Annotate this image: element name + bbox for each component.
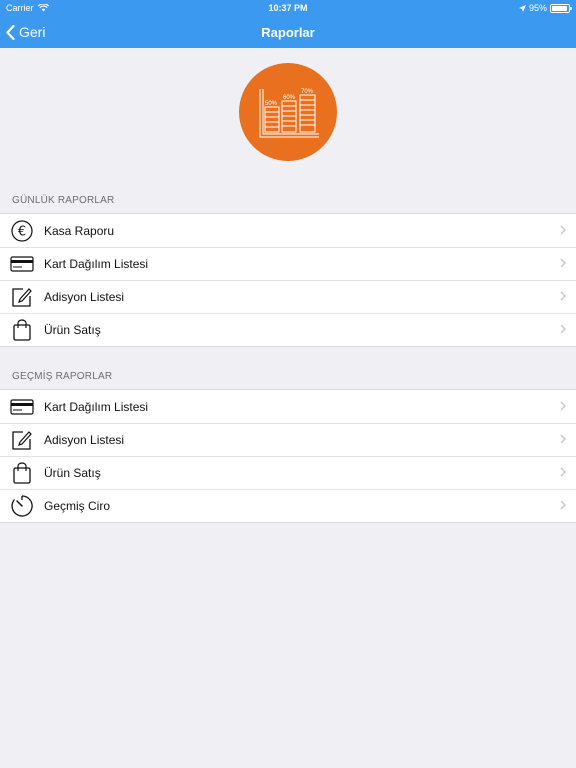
chevron-right-icon bbox=[560, 225, 566, 235]
chevron-right-icon bbox=[560, 401, 566, 411]
navigation-bar: Geri Raporlar bbox=[0, 16, 576, 48]
logo-label-60: 60% bbox=[283, 95, 296, 101]
past-item-kart-dagilim[interactable]: Kart Dağılım Listesi bbox=[0, 390, 576, 423]
status-right: 95% bbox=[518, 3, 572, 13]
logo-label-50: 50% bbox=[265, 101, 278, 107]
row-label: Kart Dağılım Listesi bbox=[44, 399, 149, 414]
location-arrow-icon bbox=[518, 4, 526, 12]
daily-reports-list: € Kasa Raporu Kart Dağılım Listesi Adisy… bbox=[0, 213, 576, 347]
past-reports-header: GEÇMİŞ RAPORLAR bbox=[12, 371, 113, 382]
status-time: 10:37 PM bbox=[268, 3, 308, 13]
row-label: Kart Dağılım Listesi bbox=[44, 256, 149, 271]
row-label: Geçmiş Ciro bbox=[44, 498, 111, 513]
chevron-right-icon bbox=[560, 291, 566, 301]
status-bar: Carrier 10:37 PM 95% bbox=[0, 0, 576, 16]
reports-logo: 50% 60% 70% bbox=[239, 63, 337, 161]
bar-chart-icon: 50% 60% 70% bbox=[259, 89, 319, 138]
edit-icon bbox=[10, 285, 34, 309]
row-label: Ürün Satış bbox=[44, 465, 101, 480]
carrier-label: Carrier bbox=[6, 3, 34, 13]
edit-icon bbox=[10, 428, 34, 452]
daily-reports-header: GÜNLÜK RAPORLAR bbox=[12, 195, 115, 206]
euro-icon: € bbox=[10, 219, 34, 243]
chevron-left-icon bbox=[6, 24, 15, 40]
daily-item-adisyon-listesi[interactable]: Adisyon Listesi bbox=[0, 280, 576, 313]
credit-card-icon bbox=[10, 252, 34, 276]
svg-text:€: € bbox=[18, 224, 26, 239]
past-item-adisyon-listesi[interactable]: Adisyon Listesi bbox=[0, 423, 576, 456]
past-item-gecmis-ciro[interactable]: Geçmiş Ciro bbox=[0, 489, 576, 522]
back-button[interactable]: Geri bbox=[6, 16, 45, 48]
chevron-right-icon bbox=[560, 500, 566, 510]
wifi-icon bbox=[37, 4, 49, 12]
daily-item-kart-dagilim[interactable]: Kart Dağılım Listesi bbox=[0, 247, 576, 280]
credit-card-icon bbox=[10, 395, 34, 419]
row-label: Ürün Satış bbox=[44, 322, 101, 337]
battery-fill bbox=[552, 5, 568, 11]
status-left: Carrier bbox=[6, 3, 49, 13]
daily-item-urun-satis[interactable]: Ürün Satış bbox=[0, 313, 576, 346]
back-label: Geri bbox=[19, 24, 46, 40]
chevron-right-icon bbox=[560, 258, 566, 268]
page-title: Raporlar bbox=[261, 24, 315, 40]
row-label: Adisyon Listesi bbox=[44, 432, 125, 447]
timer-icon bbox=[10, 494, 34, 518]
chevron-right-icon bbox=[560, 467, 566, 477]
shopping-bag-icon bbox=[10, 461, 34, 485]
battery-percent: 95% bbox=[528, 3, 547, 13]
chevron-right-icon bbox=[560, 434, 566, 444]
battery-icon bbox=[550, 3, 572, 13]
past-reports-list: Kart Dağılım Listesi Adisyon Listesi Ürü… bbox=[0, 389, 576, 523]
chevron-right-icon bbox=[560, 324, 566, 334]
shopping-bag-icon bbox=[10, 318, 34, 342]
past-item-urun-satis[interactable]: Ürün Satış bbox=[0, 456, 576, 489]
daily-item-kasa-raporu[interactable]: € Kasa Raporu bbox=[0, 214, 576, 247]
row-label: Kasa Raporu bbox=[44, 223, 115, 238]
row-label: Adisyon Listesi bbox=[44, 289, 125, 304]
logo-label-70: 70% bbox=[301, 89, 314, 95]
